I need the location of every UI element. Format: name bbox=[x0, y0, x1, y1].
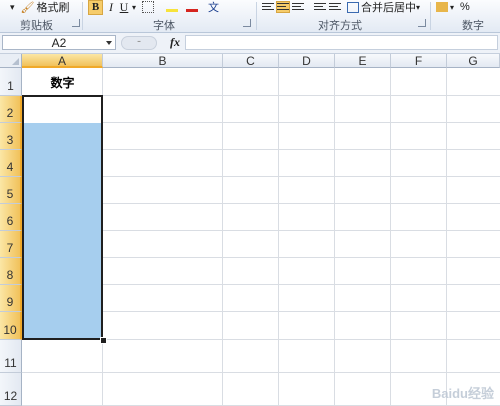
row-header-9[interactable]: 9 bbox=[0, 285, 22, 312]
column-header-b[interactable]: B bbox=[103, 54, 223, 68]
format-painter-icon: 🖌 bbox=[20, 1, 35, 14]
increase-indent-icon[interactable] bbox=[329, 2, 341, 12]
font-color-icon[interactable] bbox=[186, 2, 199, 12]
column-header-e[interactable]: E bbox=[335, 54, 391, 68]
row-header-7[interactable]: 7 bbox=[0, 231, 22, 258]
dropdown-arrow-icon[interactable]: ▾ bbox=[132, 3, 136, 12]
number-row: ▾ % bbox=[436, 0, 470, 14]
chevron-down-icon[interactable] bbox=[106, 41, 112, 45]
row-header-3[interactable]: 3 bbox=[0, 123, 22, 150]
watermark: Baidu经验 bbox=[431, 386, 494, 401]
alignment-row: 合并后居中 ▾ bbox=[262, 0, 420, 14]
row-header-5[interactable]: 5 bbox=[0, 177, 22, 204]
phonetic-button[interactable]: 文 bbox=[208, 0, 219, 15]
row-header-6[interactable]: 6 bbox=[0, 204, 22, 231]
column-header-g[interactable]: G bbox=[447, 54, 500, 68]
merge-center-button[interactable]: 合并后居中 bbox=[361, 0, 416, 15]
group-separator bbox=[430, 2, 431, 30]
column-header-c[interactable]: C bbox=[223, 54, 279, 68]
border-icon[interactable] bbox=[142, 1, 155, 13]
percent-button[interactable]: % bbox=[460, 1, 470, 13]
group-separator bbox=[256, 2, 257, 30]
column-header-d[interactable]: D bbox=[279, 54, 335, 68]
row-header-8[interactable]: 8 bbox=[0, 258, 22, 285]
fill-handle[interactable] bbox=[100, 337, 107, 344]
name-box-value: A2 bbox=[51, 36, 67, 50]
column-header-f[interactable]: F bbox=[391, 54, 447, 68]
underline-button[interactable]: U bbox=[119, 0, 129, 14]
row-header-10[interactable]: 10 bbox=[0, 312, 22, 340]
align-center-icon[interactable] bbox=[276, 1, 290, 13]
insert-function-button[interactable]: fx bbox=[170, 35, 180, 50]
selection-border bbox=[22, 95, 103, 340]
merge-center-icon bbox=[347, 1, 359, 13]
dropdown-arrow-icon[interactable]: ▾ bbox=[416, 3, 420, 12]
group-label-font: 字体 bbox=[153, 20, 175, 32]
group-separator bbox=[82, 2, 83, 30]
cell-a1[interactable]: 数字 bbox=[22, 68, 103, 96]
row-header-1[interactable]: 1 bbox=[0, 68, 22, 96]
formula-input[interactable] bbox=[185, 35, 498, 50]
column-header-a[interactable]: A bbox=[22, 54, 103, 68]
clipboard-row: ▾ 🖌 格式刷 bbox=[10, 0, 70, 15]
ribbon: ▾ 🖌 格式刷 B I U ▾ 文 合并后居中 ▾ ▾ % 剪贴板 字体 对齐方… bbox=[0, 0, 500, 33]
alignment-launcher-icon[interactable] bbox=[418, 19, 426, 27]
decrease-indent-icon[interactable] bbox=[314, 2, 326, 12]
italic-button[interactable]: I bbox=[106, 0, 116, 14]
name-box[interactable]: A2 bbox=[2, 35, 116, 50]
group-label-clipboard: 剪贴板 bbox=[20, 20, 53, 32]
dropdown-arrow-icon[interactable]: ▾ bbox=[450, 3, 454, 12]
formula-bar: A2 ⁃ fx bbox=[0, 33, 500, 54]
row-header-2[interactable]: 2 bbox=[0, 96, 22, 123]
font-row: B I U ▾ 文 bbox=[88, 0, 219, 15]
align-right-icon[interactable] bbox=[292, 2, 304, 12]
bold-button[interactable]: B bbox=[88, 0, 103, 15]
align-left-icon[interactable] bbox=[262, 2, 274, 12]
clipboard-launcher-icon[interactable] bbox=[72, 19, 80, 27]
dropdown-arrow-icon[interactable]: ▾ bbox=[10, 2, 15, 13]
group-label-number: 数字 bbox=[462, 20, 484, 32]
row-header-12[interactable]: 12 bbox=[0, 373, 22, 406]
fill-color-icon[interactable] bbox=[166, 2, 179, 12]
row-header-11[interactable]: 11 bbox=[0, 340, 22, 373]
font-launcher-icon[interactable] bbox=[243, 19, 251, 27]
format-painter-button[interactable]: 格式刷 bbox=[37, 0, 70, 15]
accounting-format-icon[interactable] bbox=[436, 2, 448, 12]
row-header-4[interactable]: 4 bbox=[0, 150, 22, 177]
group-label-alignment: 对齐方式 bbox=[318, 20, 362, 32]
select-all-button[interactable] bbox=[0, 54, 22, 68]
formula-bar-handle[interactable]: ⁃ bbox=[121, 36, 157, 50]
